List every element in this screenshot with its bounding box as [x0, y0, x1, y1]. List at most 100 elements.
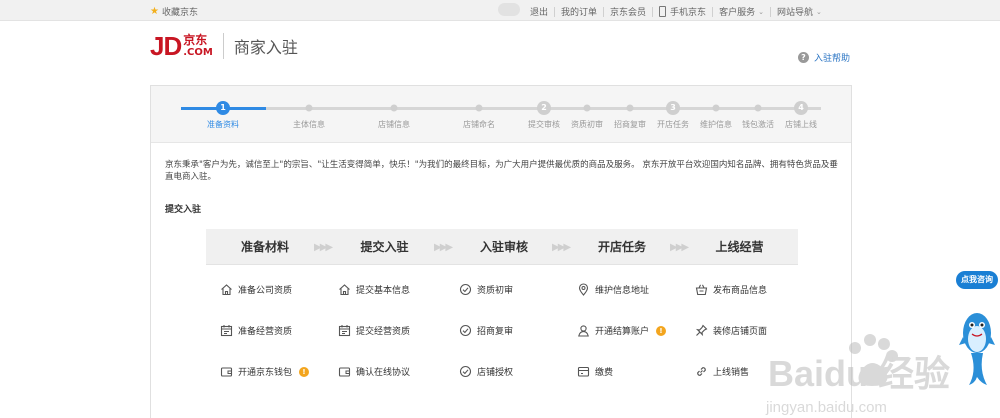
- flow-body: 准备公司资质 准备经营资质 开通京东钱包 ! 提交基本信息 提交经营资质 确认在…: [206, 265, 798, 418]
- mobile-jd-link[interactable]: 手机京东: [659, 5, 706, 18]
- watermark-url: jingyan.baidu.com: [765, 399, 887, 416]
- help-label: 入驻帮助: [814, 54, 851, 64]
- favorite-link[interactable]: ★ 收藏京东: [150, 5, 198, 18]
- step-node: [475, 104, 483, 112]
- calendar-icon: [338, 324, 351, 337]
- step-label: 店铺命名: [463, 120, 495, 129]
- home-icon: [338, 283, 351, 296]
- flow-item[interactable]: 资质初审: [459, 283, 513, 296]
- column-title: 上线经营: [715, 240, 764, 254]
- warning-badge: !: [299, 366, 310, 377]
- flow-item[interactable]: 开通结算账户 !: [577, 324, 667, 337]
- step-label: 店铺信息: [378, 120, 410, 129]
- step-label: 开店任务: [657, 120, 689, 129]
- link-icon: [695, 365, 708, 378]
- wallet-icon: [220, 365, 233, 378]
- nav-divider: [554, 6, 556, 17]
- my-orders-link[interactable]: 我的订单: [561, 5, 597, 18]
- chevron-down-icon: ⌄: [758, 7, 764, 16]
- step-label: 招商复审: [614, 120, 646, 129]
- customer-service-label: 客户服务: [719, 8, 756, 18]
- wallet-icon: [338, 365, 351, 378]
- star-icon: ★: [150, 6, 159, 17]
- step-node-1: 1: [216, 101, 230, 115]
- question-icon: ?: [798, 52, 809, 63]
- check-circle-icon: [459, 324, 472, 337]
- process-flow: 准备材料 ▶▶▶ 提交入驻 ▶▶▶ 入驻审核 ▶▶▶ 开店任务 ▶▶▶ 上线经营…: [206, 229, 798, 418]
- flow-column: 资质初审 招商复审 店铺授权: [445, 265, 563, 418]
- flow-item[interactable]: 店铺授权: [459, 365, 513, 378]
- flow-item-label: 招商复审: [477, 327, 514, 337]
- flow-item[interactable]: 装修店铺页面: [695, 324, 767, 337]
- flow-item[interactable]: 上线销售: [695, 365, 749, 378]
- nav-divider: [769, 6, 771, 17]
- main-panel: 1 2 3 4 准备资料 主体信息 店铺信息 店铺命名 提交审核 资质初审 招商…: [150, 85, 852, 418]
- top-nav: 退出 我的订单 京东会员 手机京东 客户服务 ⌄ 网站导航 ⌄: [530, 5, 822, 18]
- nav-divider: [603, 6, 605, 17]
- flow-item[interactable]: 提交基本信息: [338, 283, 410, 296]
- flow-item-label: 维护信息地址: [595, 286, 650, 296]
- flow-column: 提交基本信息 提交经营资质 确认在线协议: [324, 265, 445, 418]
- jd-logo[interactable]: JD 京东 .COM 商家入驻: [150, 30, 298, 62]
- step-node: [583, 104, 591, 112]
- consult-button[interactable]: 点我咨询: [956, 271, 998, 289]
- logo-jd-text: JD: [150, 30, 182, 61]
- favorite-label: 收藏京东: [161, 8, 198, 18]
- nav-divider: [652, 6, 654, 17]
- pin-icon: [695, 324, 708, 337]
- logout-link[interactable]: 退出: [530, 5, 548, 18]
- step-label: 资质初审: [571, 120, 603, 129]
- section-title: 提交入驻: [165, 205, 202, 215]
- logo-com-text: .COM: [183, 47, 213, 58]
- nav-divider: [712, 6, 714, 17]
- flow-item[interactable]: 开通京东钱包 !: [220, 365, 310, 378]
- chevron-down-icon: ⌄: [815, 7, 822, 16]
- step-label: 维护信息: [700, 120, 732, 129]
- flow-item[interactable]: 缴费: [577, 365, 613, 378]
- column-title: 准备材料: [240, 240, 289, 254]
- customer-service-menu[interactable]: 客户服务 ⌄: [719, 5, 764, 19]
- step-node: [305, 104, 313, 112]
- check-circle-icon: [459, 365, 472, 378]
- home-icon: [220, 283, 233, 296]
- step-node: [390, 104, 398, 112]
- flow-item[interactable]: 提交经营资质: [338, 324, 410, 337]
- flow-item[interactable]: 准备经营资质: [220, 324, 292, 337]
- step-node-3: 3: [666, 101, 680, 115]
- step-label: 提交审核: [528, 120, 560, 129]
- logo-divider: [222, 33, 224, 59]
- intro-text: 京东秉承"客户为先，诚信至上"的宗旨、"让生活变得简单，快乐！"为我们的最终目标…: [165, 160, 838, 182]
- watermark-brand: Baidu 经验: [768, 353, 950, 394]
- step-node-4: 4: [794, 101, 808, 115]
- flow-item[interactable]: 确认在线协议: [338, 365, 410, 378]
- flow-item[interactable]: 维护信息地址: [577, 283, 649, 296]
- flow-item[interactable]: 准备公司资质: [220, 283, 292, 296]
- logo-right: 京东 .COM: [183, 34, 213, 58]
- top-bar: ★ 收藏京东 退出 我的订单 京东会员 手机京东 客户服务 ⌄ 网站导航 ⌄: [0, 0, 1000, 21]
- step-label: 主体信息: [293, 120, 325, 129]
- member-link[interactable]: 京东会员: [610, 5, 646, 18]
- site-nav-menu[interactable]: 网站导航 ⌄: [777, 5, 822, 19]
- flow-item[interactable]: 发布商品信息: [695, 283, 767, 296]
- flow-column: 维护信息地址 开通结算账户 ! 缴费: [563, 265, 681, 418]
- mobile-jd-label: 手机京东: [670, 8, 707, 18]
- logo-cn-text: 京东: [183, 33, 208, 47]
- flow-item-label: 发布商品信息: [713, 286, 768, 296]
- help-link[interactable]: ? 入驻帮助: [798, 51, 850, 64]
- flow-item-label: 提交基本信息: [356, 286, 411, 296]
- flow-item-label: 店铺授权: [477, 368, 514, 378]
- flow-item-label: 确认在线协议: [356, 368, 411, 378]
- page-title: 商家入驻: [233, 38, 298, 57]
- flow-item-label: 开通京东钱包: [238, 368, 293, 378]
- calendar-icon: [220, 324, 233, 337]
- flow-header: 准备材料 ▶▶▶ 提交入驻 ▶▶▶ 入驻审核 ▶▶▶ 开店任务 ▶▶▶ 上线经营: [206, 229, 798, 265]
- column-title: 提交入驻: [360, 240, 409, 254]
- progress-steps: 1 2 3 4 准备资料 主体信息 店铺信息 店铺命名 提交审核 资质初审 招商…: [151, 86, 851, 143]
- flow-item[interactable]: 招商复审: [459, 324, 513, 337]
- step-node: [754, 104, 762, 112]
- step-node: [626, 104, 634, 112]
- basket-icon: [695, 283, 708, 296]
- flow-item-label: 准备经营资质: [238, 327, 293, 337]
- phone-icon: [659, 6, 667, 17]
- baidu-jingyan-watermark: Baidu 经验 jingyan.baidu.com: [765, 334, 950, 416]
